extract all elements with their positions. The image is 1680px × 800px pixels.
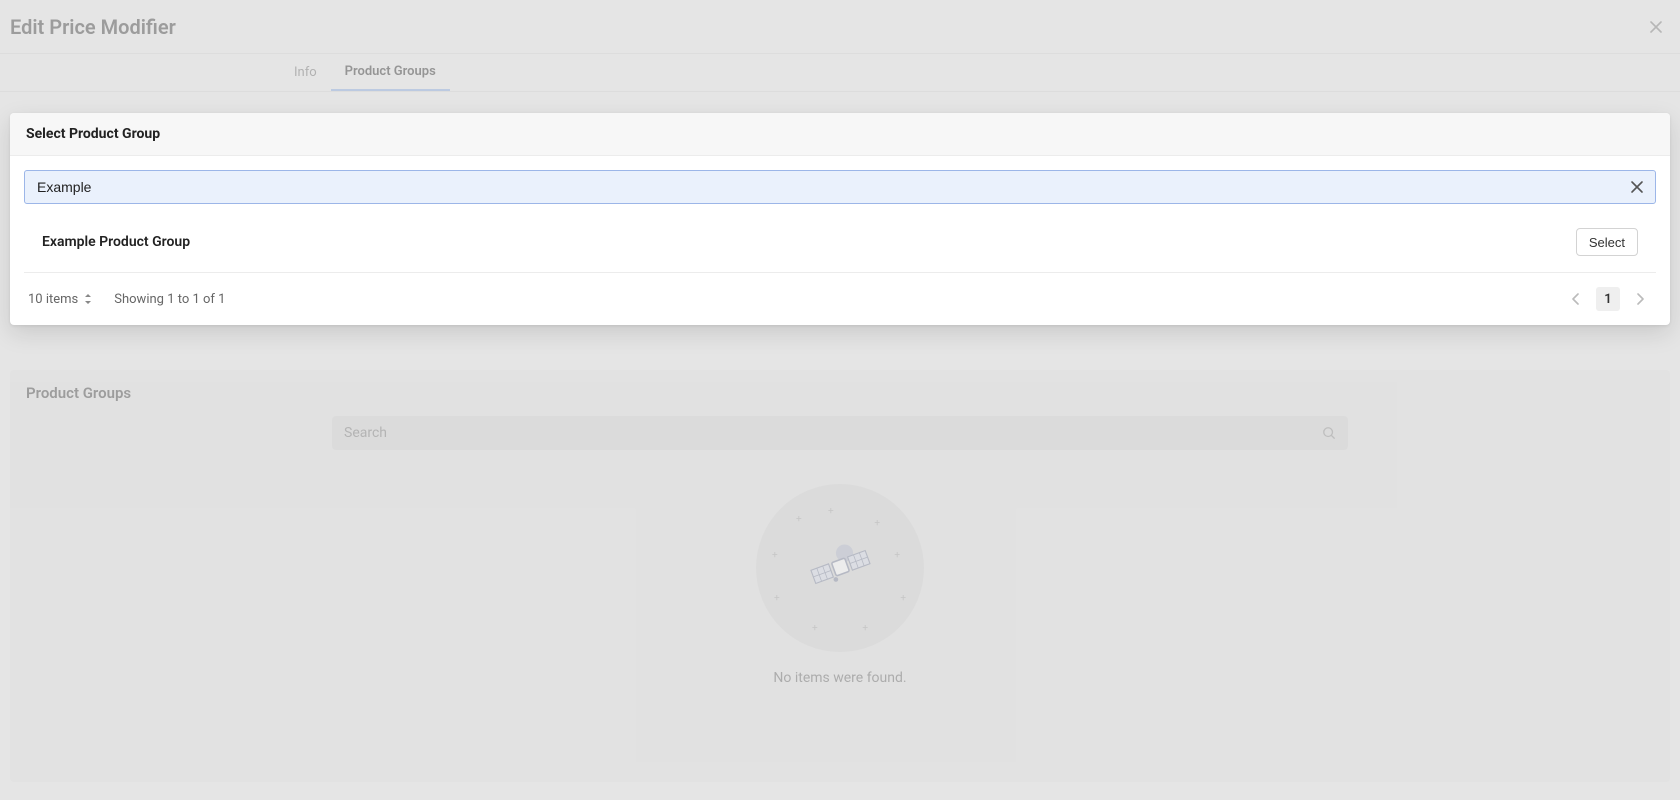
sort-icon — [84, 294, 92, 304]
prev-page-button[interactable] — [1564, 287, 1588, 311]
items-per-page-dropdown[interactable]: 10 items — [28, 292, 92, 307]
panel-search-input[interactable]: Search — [332, 416, 1348, 450]
satellite-icon — [801, 529, 879, 607]
empty-illustration: + + + + + + + + + — [756, 484, 924, 652]
page-header: Edit Price Modifier — [0, 0, 1680, 53]
result-row: Example Product Group Select — [24, 228, 1656, 273]
tab-bar: Info Product Groups — [0, 53, 1680, 92]
empty-text: No items were found. — [773, 670, 906, 686]
modal-footer: 10 items Showing 1 to 1 of 1 1 — [10, 273, 1670, 325]
modal-header: Select Product Group — [10, 113, 1670, 156]
modal-search-input[interactable] — [37, 179, 1619, 195]
product-groups-panel: Product Groups Search + + + + + + + + + — [10, 370, 1670, 782]
search-icon — [1322, 426, 1336, 440]
tab-product-groups[interactable]: Product Groups — [331, 54, 450, 91]
tab-info[interactable]: Info — [280, 54, 331, 91]
select-product-group-modal: Select Product Group Example Product Gro… — [10, 113, 1670, 325]
select-button[interactable]: Select — [1576, 228, 1638, 256]
pagination: 1 — [1564, 287, 1652, 311]
page-title: Edit Price Modifier — [10, 15, 176, 39]
next-page-button[interactable] — [1628, 287, 1652, 311]
page-number[interactable]: 1 — [1596, 287, 1620, 311]
clear-search-icon[interactable] — [1625, 175, 1649, 199]
modal-search-field[interactable] — [24, 170, 1656, 204]
result-name: Example Product Group — [42, 234, 190, 250]
modal-title: Select Product Group — [26, 126, 160, 142]
showing-label: Showing 1 to 1 of 1 — [114, 292, 225, 307]
close-icon[interactable] — [1642, 13, 1670, 41]
panel-search-placeholder: Search — [344, 425, 387, 441]
empty-state: + + + + + + + + + — [10, 466, 1670, 686]
items-per-page-label: 10 items — [28, 292, 78, 307]
panel-title: Product Groups — [10, 370, 1670, 412]
